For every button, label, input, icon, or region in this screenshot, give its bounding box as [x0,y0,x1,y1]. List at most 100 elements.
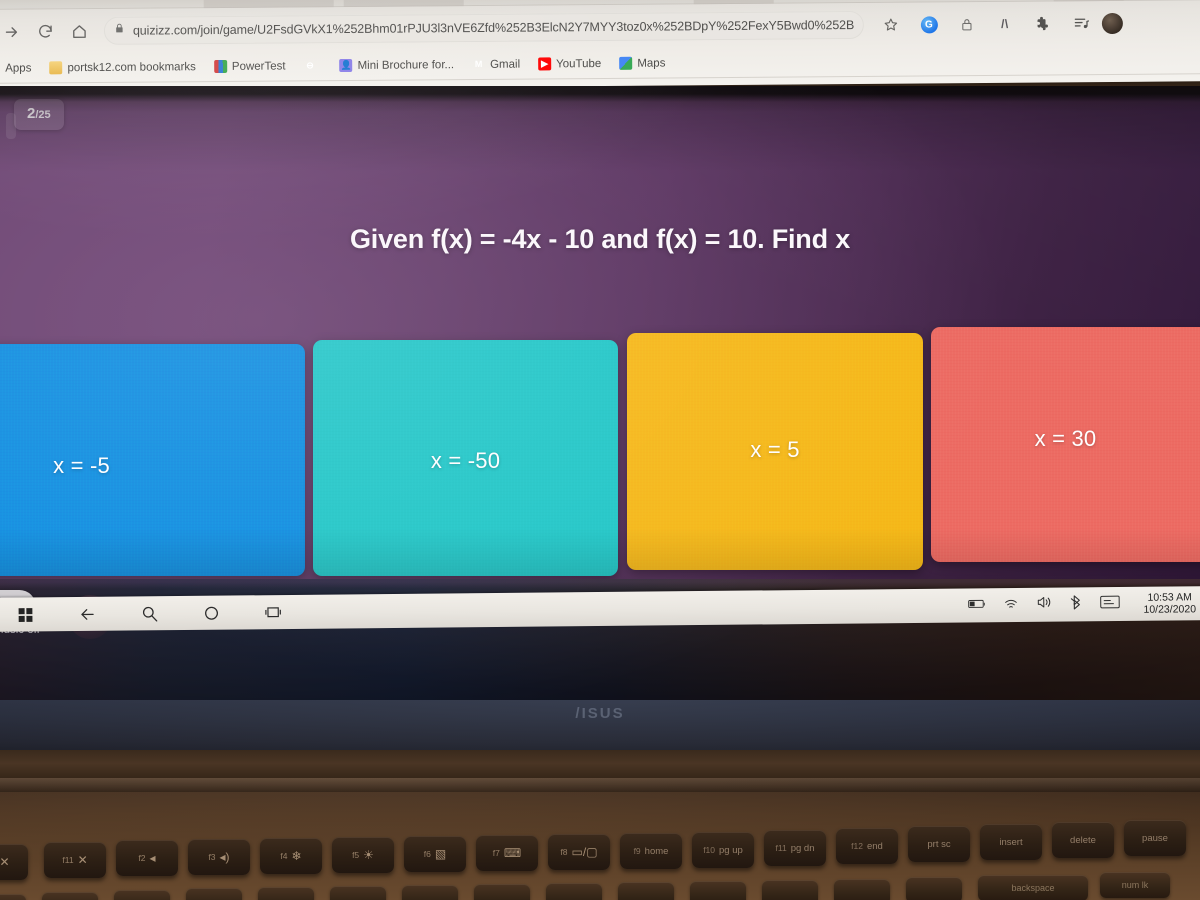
back-icon[interactable] [56,597,118,632]
bookmark-label: Gmail [490,58,521,71]
key-insert[interactable]: insert [980,824,1042,860]
forward-arrow-icon[interactable] [0,15,28,49]
key-num-lock[interactable]: num lk [1100,872,1170,898]
key-fn-label: f12 [851,841,863,851]
key-f1[interactable]: f1✕ [0,844,28,880]
grammarly-icon[interactable]: /\ [988,7,1022,41]
screenshot-root: quizizz.com/join/game/U2FsdGVkX1%252Bhm0… [0,0,1200,900]
key-label: prt sc [927,838,951,850]
key-backspace[interactable]: backspace [978,875,1088,900]
bookmark-youtube[interactable]: ▶ YouTube [529,55,610,73]
answer-option-2[interactable]: x = -50 [313,340,618,576]
action-center-icon[interactable] [1100,595,1121,614]
key-label: delete [1070,834,1096,846]
key-icon: ▧ [434,847,447,861]
key-f9-home[interactable]: f9 home [620,833,682,869]
key-f5-brightup[interactable]: f5 ☀ [332,837,394,873]
cortana-icon[interactable] [180,595,242,630]
windows-start-icon[interactable] [0,597,56,632]
profile-avatar[interactable] [1101,12,1123,34]
taskbar-clock[interactable]: 10:53 AM 10/23/2020 [1137,591,1196,616]
key-label: end [866,840,883,852]
address-bar[interactable]: quizizz.com/join/game/U2FsdGVkX1%252Bhm0… [103,10,864,45]
wifi-icon[interactable] [1003,595,1019,614]
key-f7-keylight[interactable]: f7 ⌨ [476,835,538,871]
number-key[interactable] [42,892,98,900]
key-f12-end[interactable]: f12 end [836,828,898,864]
key-fn-label: f10 [703,845,716,855]
volume-icon[interactable] [1036,595,1053,615]
home-icon[interactable] [62,14,96,48]
task-view-icon[interactable] [242,595,304,630]
bookmark-label: PowerTest [231,59,286,73]
bookmark-mini-brochure[interactable]: 👤 Mini Brochure for... [331,56,464,74]
key-f3-volup[interactable]: f3 ◂) [188,839,250,875]
asus-brand-logo: /ISUS [575,705,625,722]
answer-options: x = -5 x = -50 x = 5 x = 30 [0,327,1200,579]
extension-blue-label: G [924,18,933,30]
key-f2-voldown[interactable]: f2 ◂ [116,840,178,876]
reload-icon[interactable] [28,14,62,48]
key-f6-touchpad[interactable]: f6 ▧ [404,836,466,872]
bookmark-portsk12[interactable]: portsk12.com bookmarks [40,58,205,76]
key-f8-display[interactable]: f8 ▭/▢ [548,834,610,870]
answer-option-4[interactable]: x = 30 [931,327,1200,562]
extension-blue-icon[interactable]: G [912,7,946,41]
key-label: insert [999,836,1023,848]
key-fn-label: f11 [775,843,787,853]
key-f10-pgup[interactable]: f10 pg up [692,832,754,868]
bookmark-label: Apps [5,61,32,75]
key-fn-label: f9 [633,846,641,856]
key-fn-label: f11 [62,855,74,865]
answer-label: x = 5 [750,436,800,462]
key-pause[interactable]: pause [1124,820,1186,856]
number-key[interactable] [618,882,674,900]
number-key[interactable] [546,883,602,900]
brochure-icon: 👤 [339,58,353,73]
extension-lock-icon[interactable] [950,7,984,41]
number-key[interactable] [762,880,818,900]
number-key[interactable] [690,881,746,900]
number-key[interactable] [402,885,458,900]
answer-label: x = -50 [430,448,501,473]
bookmark-powertest[interactable]: PowerTest [205,57,295,75]
key-fn-label: f7 [492,848,500,858]
number-key[interactable] [186,888,242,900]
number-key[interactable] [114,890,170,900]
key-label: backspace [1011,883,1055,893]
question-progress-badge: 2/25 [6,99,64,139]
key-label: num lk [1121,880,1149,890]
key-delete[interactable]: delete [1052,822,1114,858]
key-print-screen[interactable]: prt sc [908,826,970,862]
number-key[interactable] [330,886,386,900]
circle-icon: ⊖ [306,60,314,71]
number-key[interactable] [834,879,890,900]
bookmark-circle[interactable]: ⊖ [295,57,331,74]
battery-icon[interactable] [968,596,986,614]
key-f4-brightdown[interactable]: f4 ❄ [260,838,322,874]
toolbar-actions: G /\ [874,6,1123,42]
search-icon[interactable] [118,596,180,631]
extensions-puzzle-icon[interactable] [1026,6,1060,40]
number-key[interactable] [0,894,26,900]
bluetooth-icon[interactable] [1070,594,1083,615]
answer-label: x = 30 [1034,425,1097,451]
number-key[interactable] [906,877,962,900]
number-key[interactable] [474,884,530,900]
bookmark-maps[interactable]: Maps [610,54,674,72]
key-f11-pgdn[interactable]: f11 pg dn [764,830,826,866]
answer-option-1[interactable]: x = -5 [0,344,305,576]
key-f11-mute[interactable]: f11 ✕ [44,842,106,878]
key-fn-label: f5 [352,850,360,860]
key-icon: ✕ [77,853,88,867]
number-key[interactable] [258,887,314,900]
bookmark-star-icon[interactable] [874,8,908,42]
key-label: home [644,845,669,857]
answer-option-3[interactable]: x = 5 [627,333,923,570]
bookmark-gmail[interactable]: M Gmail [463,56,529,74]
reading-list-icon[interactable] [1064,6,1098,40]
bookmark-apps[interactable]: Apps [0,60,40,76]
bookmark-label: YouTube [556,57,602,70]
key-icon: ◂) [219,850,230,864]
system-tray: 10:53 AM 10/23/2020 [968,591,1200,618]
